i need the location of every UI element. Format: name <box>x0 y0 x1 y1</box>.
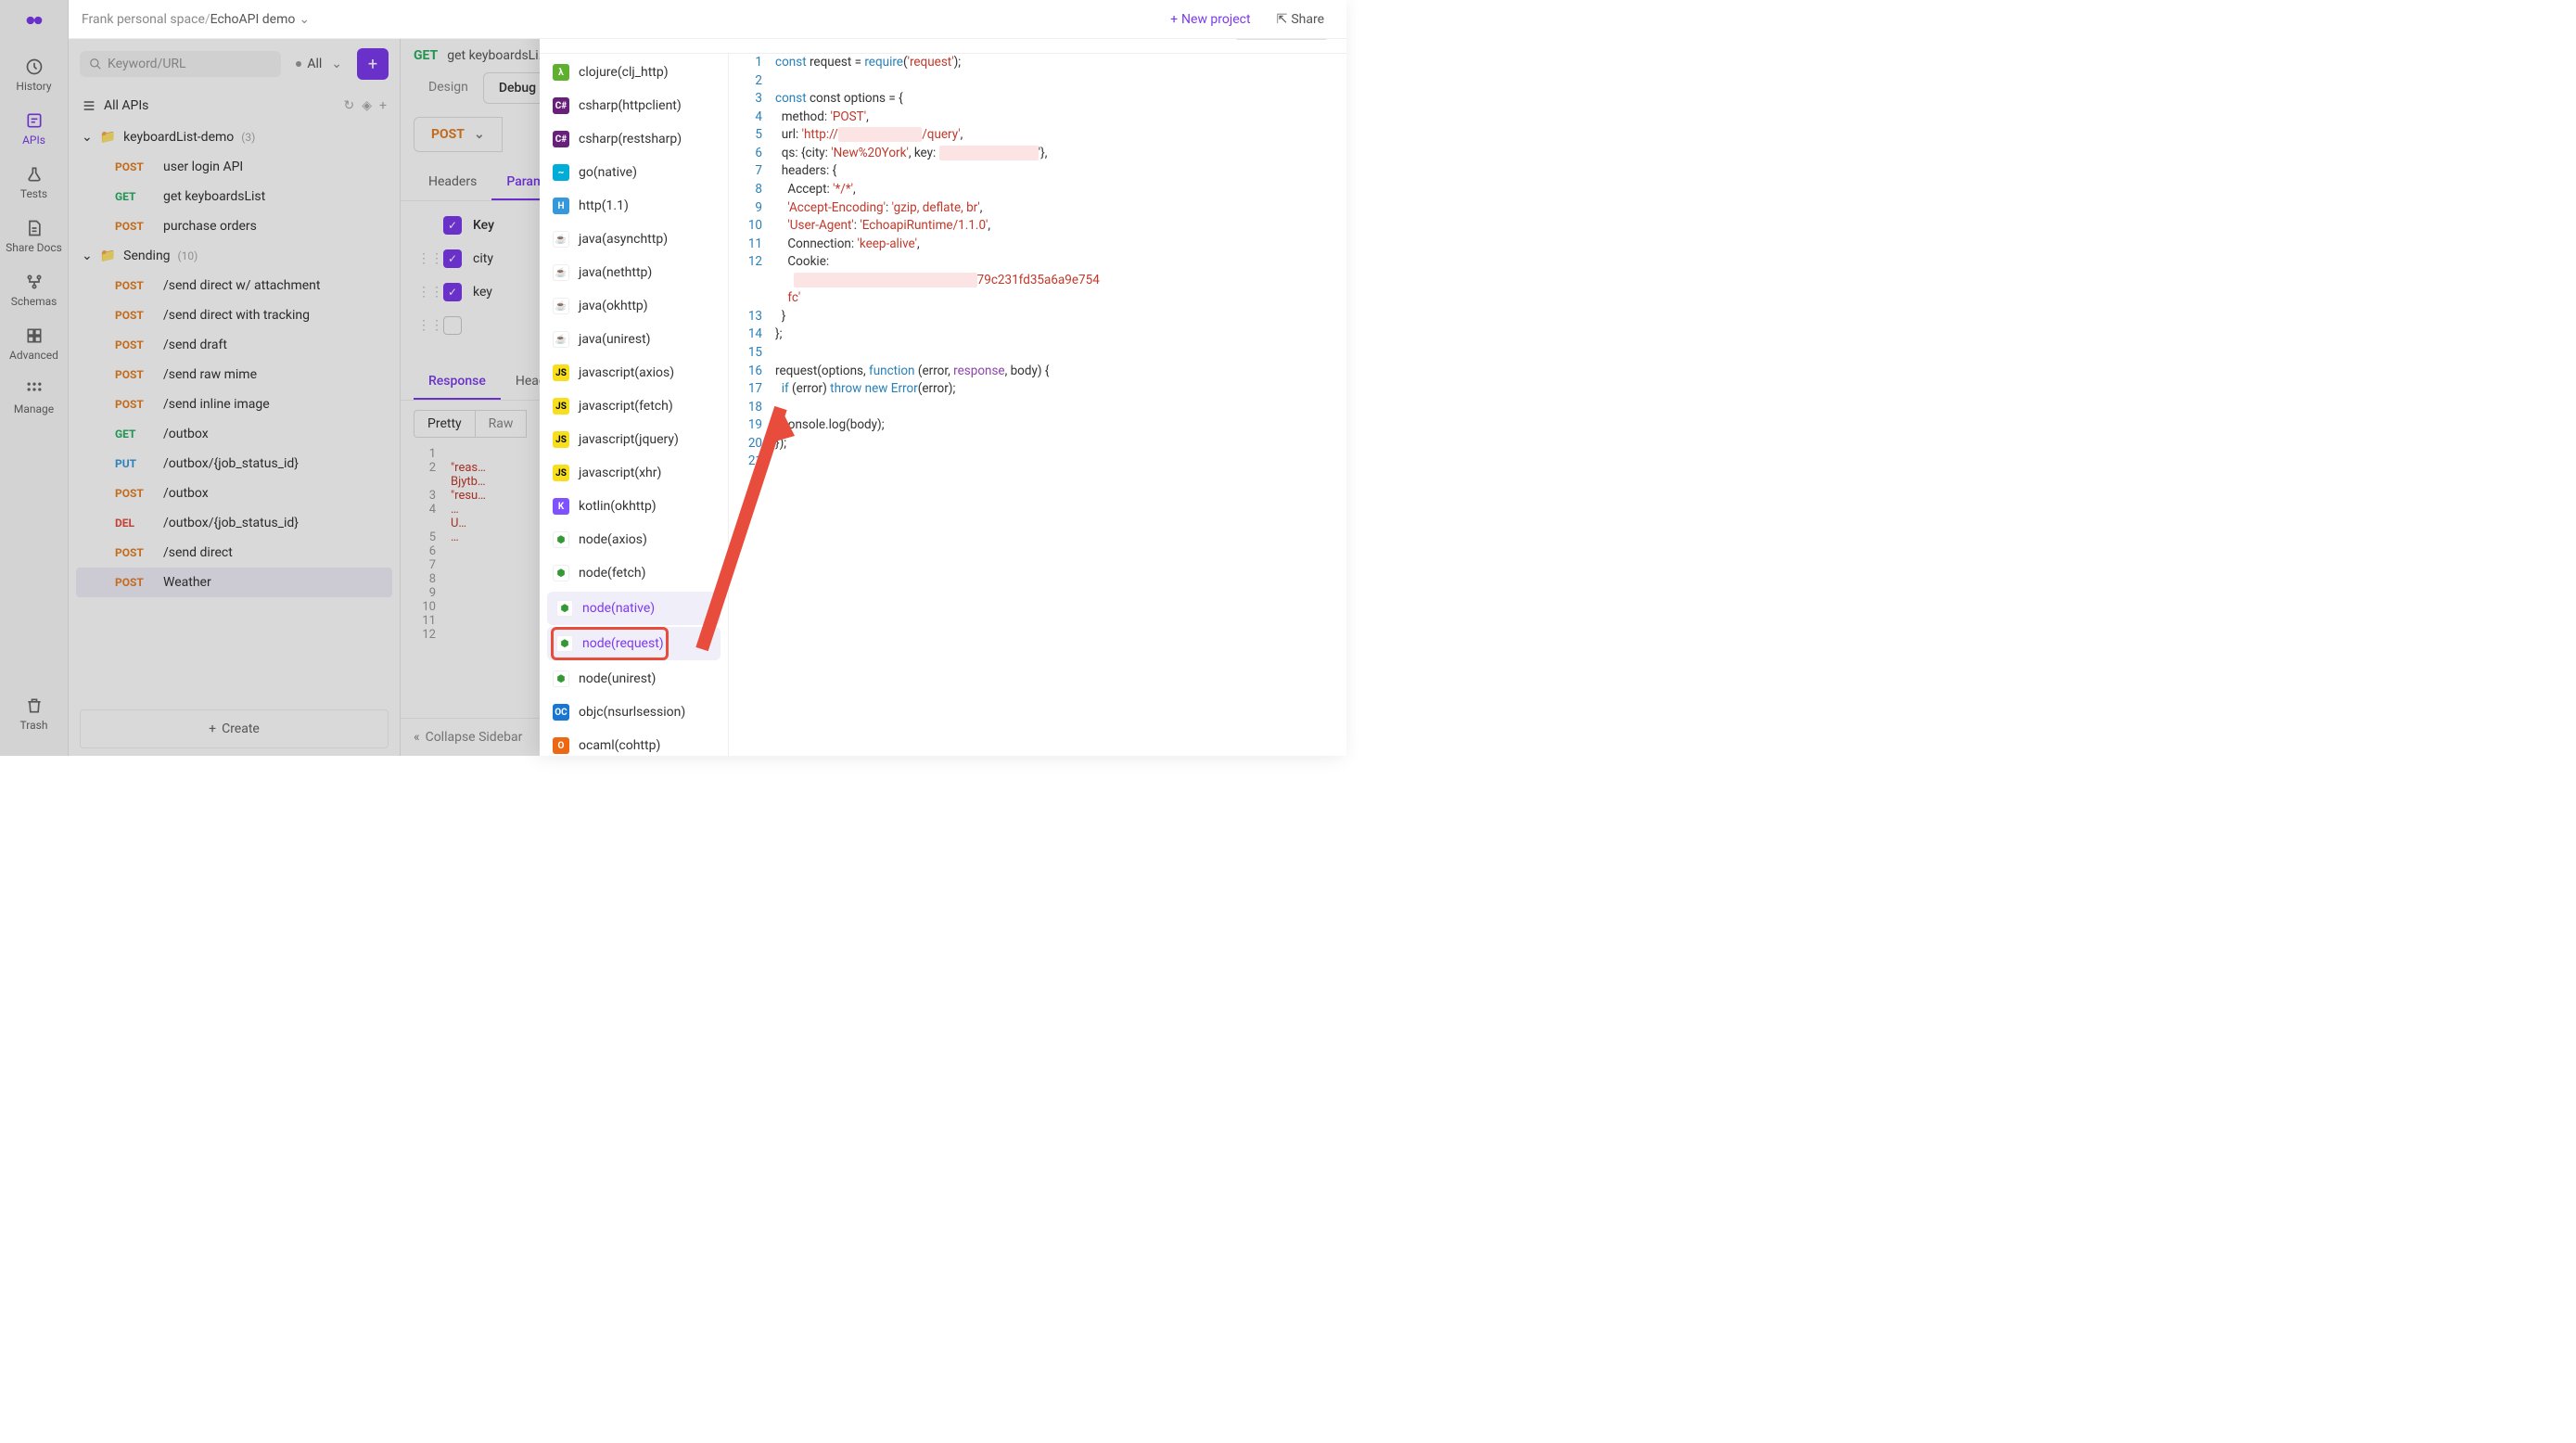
lang-item-ocaml-cohttp-[interactable]: Oocaml(cohttp) <box>540 729 728 756</box>
lang-item-objc-nsurlsession-[interactable]: OCobjc(nsurlsession) <box>540 696 728 729</box>
lang-item-csharp-httpclient-[interactable]: C#csharp(httpclient) <box>540 89 728 122</box>
lang-icon: ☕ <box>553 264 569 281</box>
lang-icon: JS <box>553 431 569 448</box>
lang-item-java-okhttp-[interactable]: ☕java(okhttp) <box>540 289 728 323</box>
share-button[interactable]: ⇱Share <box>1268 6 1333 32</box>
lang-item-node-fetch-[interactable]: ⬢node(fetch) <box>540 556 728 590</box>
lang-item-javascript-jquery-[interactable]: JSjavascript(jquery) <box>540 423 728 456</box>
generate-code-drawer: ✕ Generate Code ⧉Copy Code λclojure(clj_… <box>540 0 1346 756</box>
lang-icon: λ <box>553 64 569 81</box>
share-icon: ⇱ <box>1277 12 1288 27</box>
breadcrumb-project[interactable]: EchoAPI demo <box>210 12 296 27</box>
lang-item-http-1.1-[interactable]: Hhttp(1.1) <box>540 189 728 223</box>
lang-icon: JS <box>553 364 569 381</box>
lang-icon: JS <box>553 398 569 415</box>
lang-icon: ⬢ <box>553 531 569 548</box>
lang-item-javascript-fetch-[interactable]: JSjavascript(fetch) <box>540 389 728 423</box>
lang-icon: ⬢ <box>556 635 573 652</box>
language-list: λclojure(clj_http)C#csharp(httpclient)C#… <box>540 54 729 756</box>
lang-item-java-nethttp-[interactable]: ☕java(nethttp) <box>540 256 728 289</box>
lang-item-node-request-[interactable]: ⬢node(request) <box>547 627 721 660</box>
lang-icon: ☕ <box>553 231 569 248</box>
lang-item-javascript-xhr-[interactable]: JSjavascript(xhr) <box>540 456 728 490</box>
lang-item-kotlin-okhttp-[interactable]: Kkotlin(okhttp) <box>540 490 728 523</box>
chevron-down-icon[interactable]: ⌄ <box>299 12 310 27</box>
lang-icon: C# <box>553 97 569 114</box>
lang-item-java-unirest-[interactable]: ☕java(unirest) <box>540 323 728 356</box>
lang-item-node-native-[interactable]: ⬢node(native) <box>547 592 721 625</box>
lang-item-csharp-restsharp-[interactable]: C#csharp(restsharp) <box>540 122 728 156</box>
lang-icon: O <box>553 737 569 754</box>
lang-item-java-asynchttp-[interactable]: ☕java(asynchttp) <box>540 223 728 256</box>
lang-icon: ☕ <box>553 298 569 314</box>
lang-item-javascript-axios-[interactable]: JSjavascript(axios) <box>540 356 728 389</box>
lang-item-node-axios-[interactable]: ⬢node(axios) <box>540 523 728 556</box>
lang-icon: ⬢ <box>556 600 573 617</box>
new-project-button[interactable]: +New project <box>1161 6 1260 32</box>
lang-icon: ☕ <box>553 331 569 348</box>
lang-icon: K <box>553 498 569 515</box>
lang-icon: H <box>553 198 569 214</box>
top-header: Frank personal space / EchoAPI demo ⌄ +N… <box>69 0 1346 39</box>
plus-icon: + <box>1170 12 1178 27</box>
breadcrumb-workspace[interactable]: Frank personal space <box>82 12 205 27</box>
lang-item-clojure-clj_http-[interactable]: λclojure(clj_http) <box>540 56 728 89</box>
lang-icon: JS <box>553 465 569 481</box>
lang-item-go-native-[interactable]: ~go(native) <box>540 156 728 189</box>
lang-item-node-unirest-[interactable]: ⬢node(unirest) <box>540 662 728 696</box>
code-pane: 1const request = require('request'); 2 3… <box>729 54 1346 756</box>
lang-icon: ⬢ <box>553 565 569 581</box>
lang-icon: ⬢ <box>553 670 569 687</box>
lang-icon: OC <box>553 704 569 721</box>
lang-icon: ~ <box>553 164 569 181</box>
lang-icon: C# <box>553 131 569 147</box>
